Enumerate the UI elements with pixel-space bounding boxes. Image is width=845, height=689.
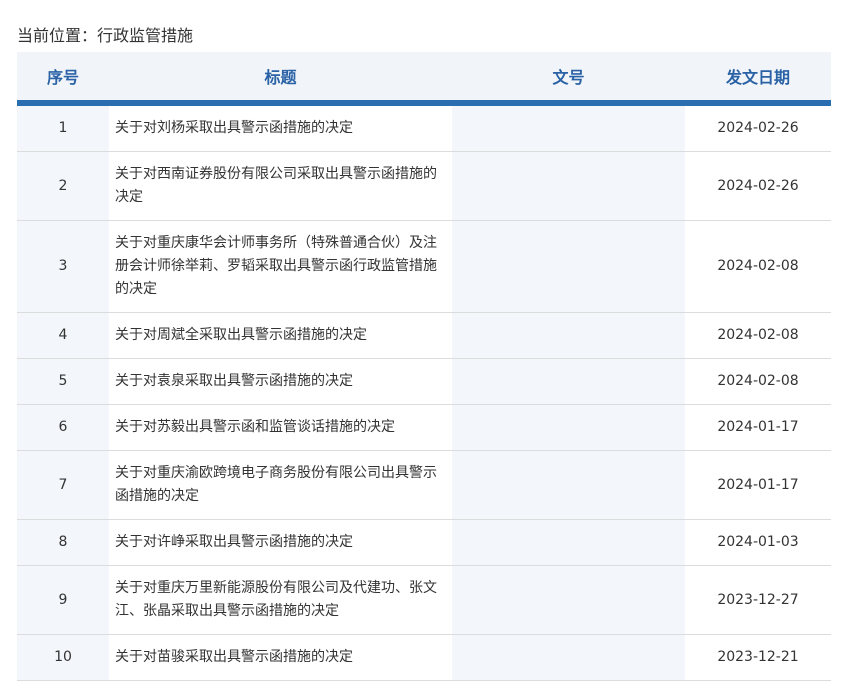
row-title-link[interactable]: 关于对袁泉采取出具警示函措施的决定 — [109, 358, 452, 405]
row-title-link[interactable]: 关于对西南证券股份有限公司采取出具警示函措施的决定 — [109, 151, 452, 221]
row-doc-number — [452, 358, 685, 405]
header-title: 标题 — [109, 52, 452, 106]
table-row: 4 关于对周斌全采取出具警示函措施的决定 2024-02-08 — [17, 312, 831, 359]
table-row: 6 关于对苏毅出具警示函和监管谈话措施的决定 2024-01-17 — [17, 404, 831, 451]
row-title-link[interactable]: 关于对苗骏采取出具警示函措施的决定 — [109, 634, 452, 681]
row-number: 10 — [17, 634, 109, 681]
table-row: 3 关于对重庆康华会计师事务所（特殊普通合伙）及注册会计师徐举莉、罗韬采取出具警示… — [17, 220, 831, 313]
row-number: 8 — [17, 519, 109, 566]
row-doc-number — [452, 404, 685, 451]
row-date: 2023-12-21 — [685, 634, 831, 681]
measures-table: 序号 标题 文号 发文日期 1 关于对刘杨采取出具警示函措施的决定 2024-02-… — [17, 52, 831, 681]
table-row: 8 关于对许峥采取出具警示函措施的决定 2024-01-03 — [17, 519, 831, 566]
table-row: 2 关于对西南证券股份有限公司采取出具警示函措施的决定 2024-02-26 — [17, 151, 831, 221]
row-title-link[interactable]: 关于对周斌全采取出具警示函措施的决定 — [109, 312, 452, 359]
table-row: 5 关于对袁泉采取出具警示函措施的决定 2024-02-08 — [17, 358, 831, 405]
row-title-link[interactable]: 关于对重庆万里新能源股份有限公司及代建功、张文江、张晶采取出具警示函措施的决定 — [109, 565, 452, 635]
row-title-link[interactable]: 关于对刘杨采取出具警示函措施的决定 — [109, 103, 452, 152]
row-date: 2024-02-08 — [685, 312, 831, 359]
row-date: 2024-02-26 — [685, 103, 831, 152]
row-date: 2024-02-26 — [685, 151, 831, 221]
row-number: 1 — [17, 103, 109, 152]
row-number: 6 — [17, 404, 109, 451]
row-date: 2023-12-27 — [685, 565, 831, 635]
breadcrumb: 当前位置：行政监管措施 — [17, 26, 194, 45]
header-date: 发文日期 — [685, 52, 831, 106]
row-doc-number — [452, 312, 685, 359]
row-doc-number — [452, 634, 685, 681]
row-doc-number — [452, 519, 685, 566]
header-doc-no: 文号 — [452, 52, 685, 106]
table-row: 9 关于对重庆万里新能源股份有限公司及代建功、张文江、张晶采取出具警示函措施的决定… — [17, 565, 831, 635]
row-date: 2024-01-03 — [685, 519, 831, 566]
row-number: 2 — [17, 151, 109, 221]
row-date: 2024-01-17 — [685, 404, 831, 451]
row-title-link[interactable]: 关于对许峥采取出具警示函措施的决定 — [109, 519, 452, 566]
row-doc-number — [452, 565, 685, 635]
row-date: 2024-01-17 — [685, 450, 831, 520]
row-title-link[interactable]: 关于对重庆渝欧跨境电子商务股份有限公司出具警示函措施的决定 — [109, 450, 452, 520]
row-number: 9 — [17, 565, 109, 635]
row-title-link[interactable]: 关于对苏毅出具警示函和监管谈话措施的决定 — [109, 404, 452, 451]
row-date: 2024-02-08 — [685, 220, 831, 313]
row-doc-number — [452, 151, 685, 221]
row-number: 5 — [17, 358, 109, 405]
row-number: 7 — [17, 450, 109, 520]
table-row: 1 关于对刘杨采取出具警示函措施的决定 2024-02-26 — [17, 103, 831, 152]
row-title-link[interactable]: 关于对重庆康华会计师事务所（特殊普通合伙）及注册会计师徐举莉、罗韬采取出具警示函… — [109, 220, 452, 313]
row-number: 3 — [17, 220, 109, 313]
row-doc-number — [452, 103, 685, 152]
row-doc-number — [452, 450, 685, 520]
table-row: 10 关于对苗骏采取出具警示函措施的决定 2023-12-21 — [17, 634, 831, 681]
row-number: 4 — [17, 312, 109, 359]
row-date: 2024-02-08 — [685, 358, 831, 405]
row-doc-number — [452, 220, 685, 313]
header-seq: 序号 — [17, 52, 109, 106]
table-row: 7 关于对重庆渝欧跨境电子商务股份有限公司出具警示函措施的决定 2024-01-17 — [17, 450, 831, 520]
